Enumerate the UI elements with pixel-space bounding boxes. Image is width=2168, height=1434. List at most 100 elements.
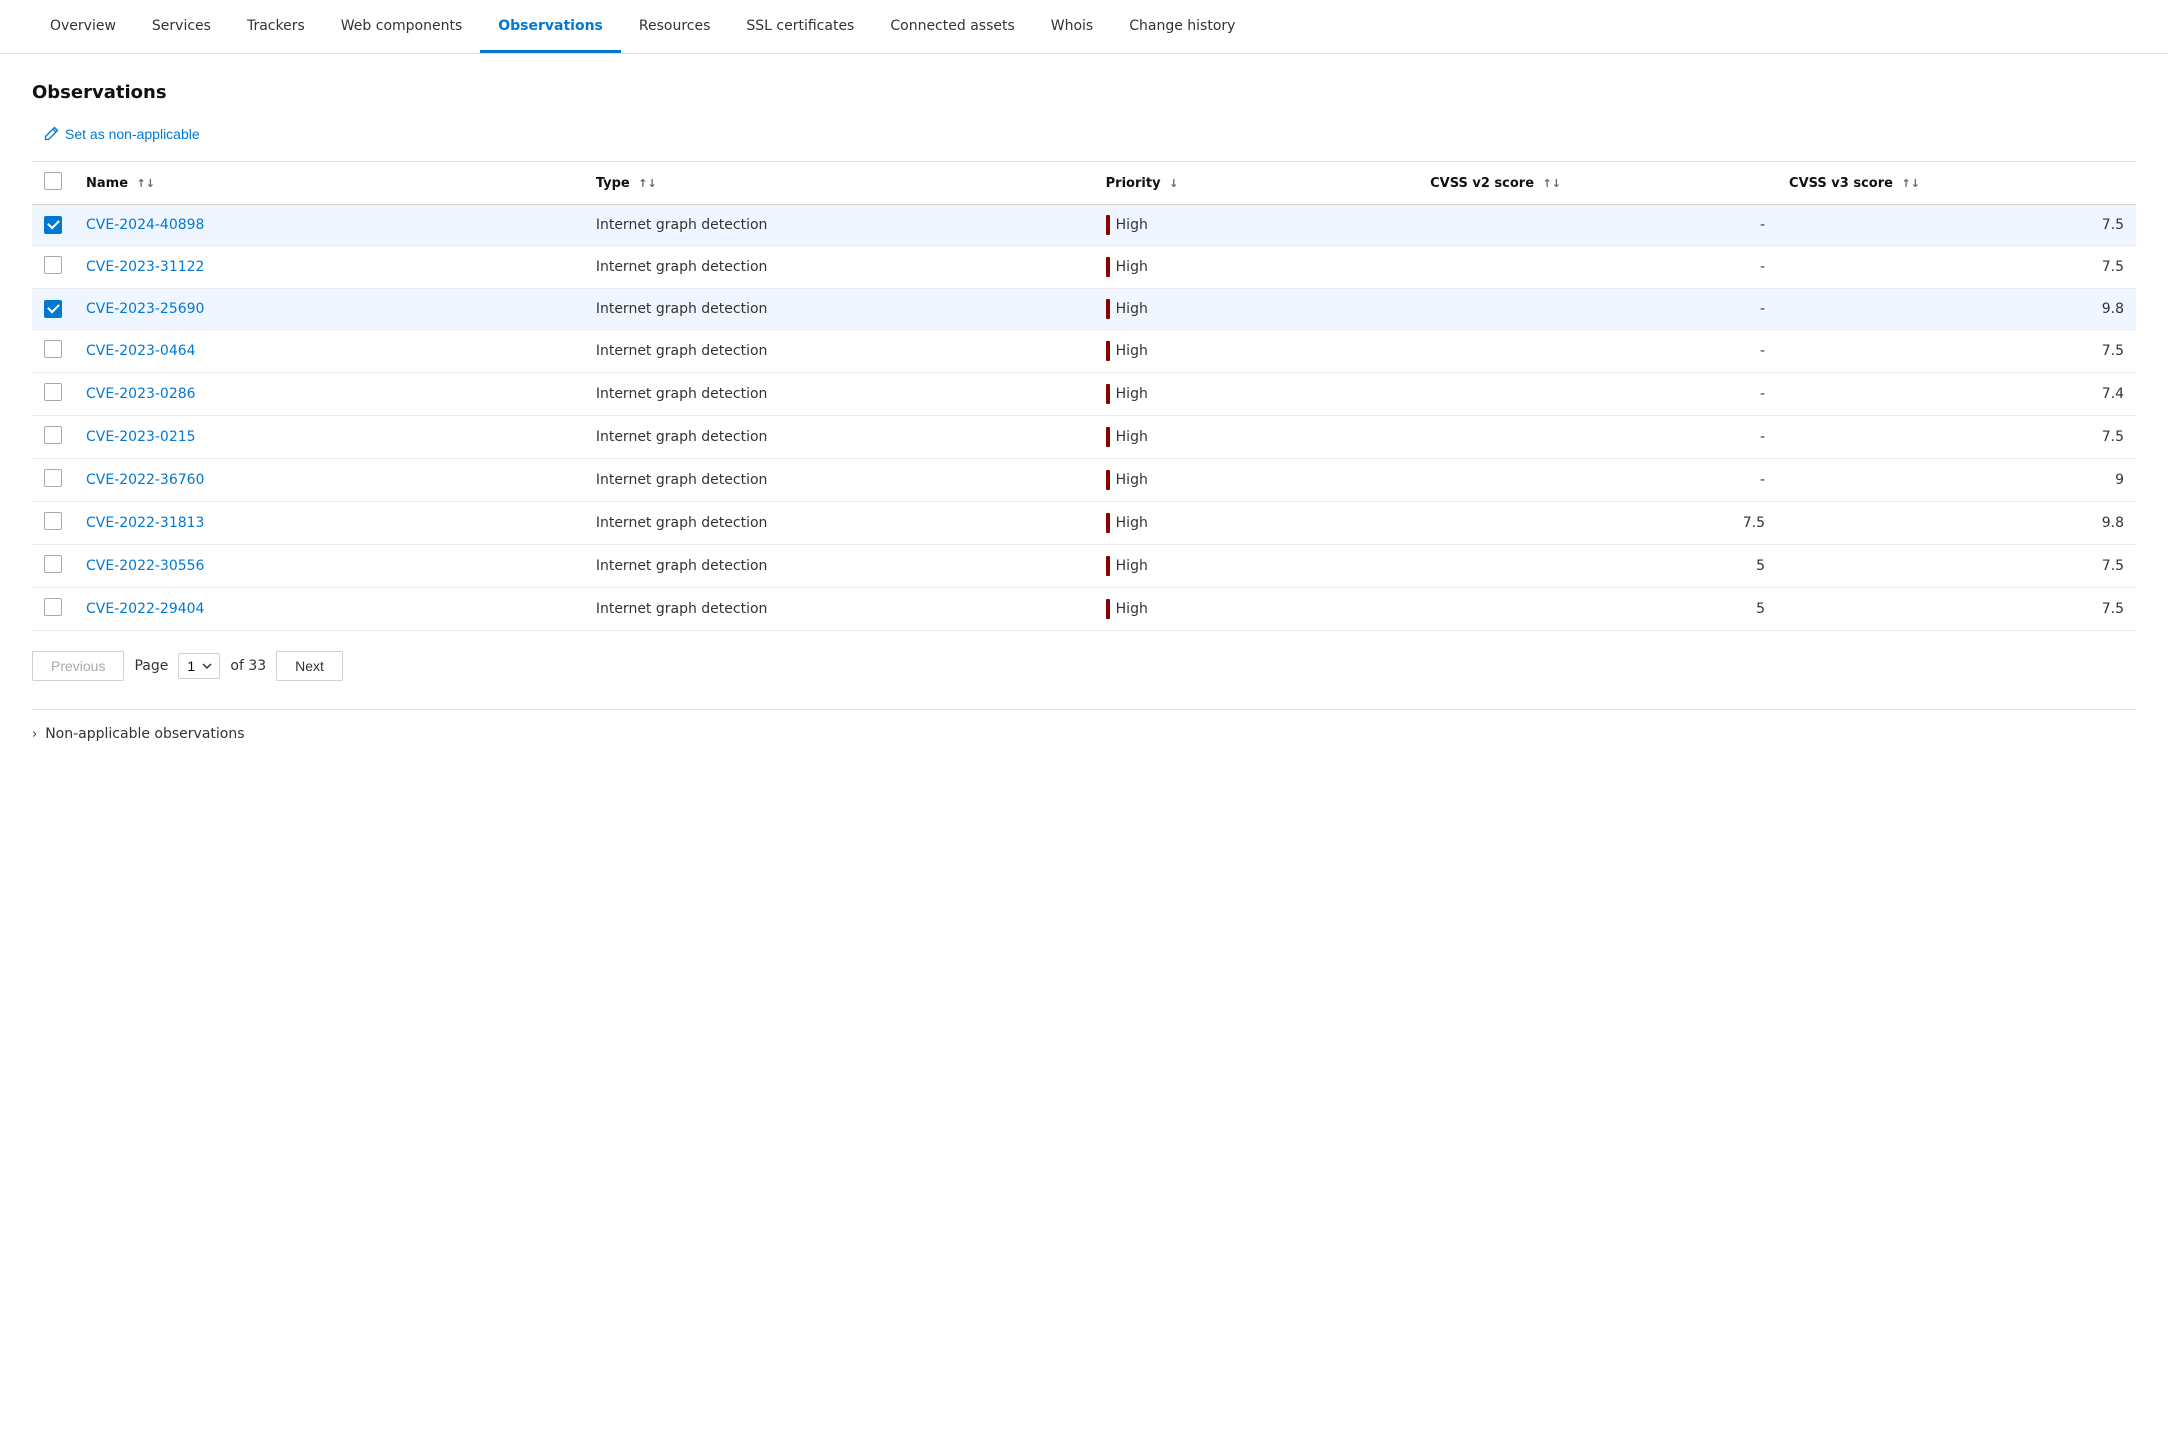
nav-item-change-history[interactable]: Change history [1111, 0, 1253, 53]
table-row[interactable]: CVE-2024-40898Internet graph detectionHi… [32, 205, 2136, 246]
priority-bar [1106, 384, 1110, 404]
table-row[interactable]: CVE-2023-0215Internet graph detectionHig… [32, 416, 2136, 459]
col-name[interactable]: Name ↑↓ [74, 162, 584, 205]
cvss3-cell: 7.5 [1777, 205, 2136, 246]
priority-cell: High [1094, 330, 1418, 373]
page-select[interactable]: 1 2 3 4 5 [178, 653, 220, 679]
sort-priority-icon: ↓ [1169, 177, 1178, 190]
set-non-applicable-button[interactable]: Set as non-applicable [32, 119, 211, 149]
cve-link[interactable]: CVE-2022-36760 [86, 472, 204, 488]
row-checkbox[interactable] [44, 469, 62, 487]
table-row[interactable]: CVE-2022-36760 Internet graph detection Hi… [32, 459, 2136, 502]
priority-label: High [1116, 301, 1148, 317]
col-cvss3[interactable]: CVSS v3 score ↑↓ [1777, 162, 2136, 205]
priority-label: High [1116, 558, 1148, 574]
page-title: Observations [32, 82, 2136, 103]
cvss2-cell: - [1418, 373, 1777, 416]
nav-item-trackers[interactable]: Trackers [229, 0, 323, 53]
cve-link[interactable]: CVE-2022-30556 [86, 558, 204, 574]
cvss2-cell: - [1418, 330, 1777, 373]
row-checkbox[interactable] [44, 426, 62, 444]
select-all-header[interactable] [32, 162, 74, 205]
row-checkbox[interactable] [44, 340, 62, 358]
cve-link[interactable]: CVE-2022-31813 [86, 515, 204, 531]
priority-bar [1106, 257, 1110, 277]
type-cell: Internet graph detection [584, 502, 1094, 545]
cve-link[interactable]: CVE-2024-40898 [86, 217, 204, 233]
type-cell: Internet graph detection [584, 459, 1094, 502]
cvss3-cell: 7.5 [1777, 545, 2136, 588]
cvss2-cell: 7.5 [1418, 502, 1777, 545]
nav-item-overview[interactable]: Overview [32, 0, 134, 53]
row-checkbox[interactable] [44, 383, 62, 401]
nav-item-web-components[interactable]: Web components [323, 0, 480, 53]
table-row[interactable]: CVE-2023-0464 Internet graph detectionHig… [32, 330, 2136, 373]
nav-item-observations[interactable]: Observations [480, 0, 621, 53]
previous-button[interactable]: Previous [32, 651, 124, 681]
type-cell: Internet graph detection [584, 588, 1094, 631]
table-row[interactable]: CVE-2023-0286 Internet graph detectionHig… [32, 373, 2136, 416]
row-checkbox[interactable] [44, 598, 62, 616]
priority-bar [1106, 215, 1110, 235]
nav-item-resources[interactable]: Resources [621, 0, 729, 53]
row-checkbox[interactable] [44, 555, 62, 573]
cvss2-cell: 5 [1418, 545, 1777, 588]
cvss3-cell: 9.8 [1777, 502, 2136, 545]
non-applicable-section[interactable]: › Non-applicable observations [32, 709, 2136, 758]
edit-icon [43, 126, 59, 142]
priority-cell: High [1094, 246, 1418, 289]
col-type[interactable]: Type ↑↓ [584, 162, 1094, 205]
priority-cell: High [1094, 289, 1418, 330]
priority-cell: High [1094, 373, 1418, 416]
row-checkbox[interactable] [44, 512, 62, 530]
table-row[interactable]: CVE-2023-25690 Internet graph detection Hi… [32, 289, 2136, 330]
cvss2-cell: - [1418, 459, 1777, 502]
col-priority[interactable]: Priority ↓ [1094, 162, 1418, 205]
cve-link[interactable]: CVE-2022-29404 [86, 601, 204, 617]
row-checkbox[interactable] [44, 300, 62, 318]
nav-item-whois[interactable]: Whois [1033, 0, 1111, 53]
type-cell: Internet graph detection [584, 289, 1094, 330]
priority-bar [1106, 299, 1110, 319]
type-cell: Internet graph detection [584, 373, 1094, 416]
observations-table: Name ↑↓ Type ↑↓ Priority ↓ CVSS v2 score… [32, 162, 2136, 631]
page-label: Page [134, 658, 168, 674]
row-checkbox[interactable] [44, 256, 62, 274]
priority-bar [1106, 556, 1110, 576]
chevron-right-icon: › [32, 727, 37, 742]
nav-item-connected-assets[interactable]: Connected assets [872, 0, 1032, 53]
cve-link[interactable]: CVE-2023-31122 [86, 259, 204, 275]
next-button[interactable]: Next [276, 651, 343, 681]
cve-link[interactable]: CVE-2023-0286 [86, 386, 196, 402]
table-row[interactable]: CVE-2023-31122Internet graph detectionHi… [32, 246, 2136, 289]
cvss2-cell: - [1418, 246, 1777, 289]
select-all-checkbox[interactable] [44, 172, 62, 190]
col-cvss2[interactable]: CVSS v2 score ↑↓ [1418, 162, 1777, 205]
sort-type-icon: ↑↓ [638, 177, 656, 190]
sort-cvss2-icon: ↑↓ [1543, 177, 1561, 190]
nav-item-services[interactable]: Services [134, 0, 229, 53]
row-checkbox[interactable] [44, 216, 62, 234]
cvss2-cell: - [1418, 416, 1777, 459]
priority-bar [1106, 427, 1110, 447]
cve-link[interactable]: CVE-2023-25690 [86, 301, 204, 317]
cvss3-cell: 7.5 [1777, 588, 2136, 631]
cvss3-cell: 9 [1777, 459, 2136, 502]
priority-cell: High [1094, 502, 1418, 545]
priority-label: High [1116, 472, 1148, 488]
non-applicable-label: Non-applicable observations [45, 726, 244, 742]
priority-label: High [1116, 601, 1148, 617]
type-cell: Internet graph detection [584, 330, 1094, 373]
cvss3-cell: 7.5 [1777, 416, 2136, 459]
table-row[interactable]: CVE-2022-30556Internet graph detectionHi… [32, 545, 2136, 588]
table-header: Name ↑↓ Type ↑↓ Priority ↓ CVSS v2 score… [32, 162, 2136, 205]
cve-link[interactable]: CVE-2023-0464 [86, 343, 196, 359]
nav-item-ssl-certificates[interactable]: SSL certificates [728, 0, 872, 53]
cve-link[interactable]: CVE-2023-0215 [86, 429, 196, 445]
table-row[interactable]: CVE-2022-29404 Internet graph detection Hi… [32, 588, 2136, 631]
table-row[interactable]: CVE-2022-31813 Internet graph detectionHi… [32, 502, 2136, 545]
type-cell: Internet graph detection [584, 205, 1094, 246]
cvss3-cell: 7.4 [1777, 373, 2136, 416]
priority-cell: High [1094, 588, 1418, 631]
priority-bar [1106, 513, 1110, 533]
